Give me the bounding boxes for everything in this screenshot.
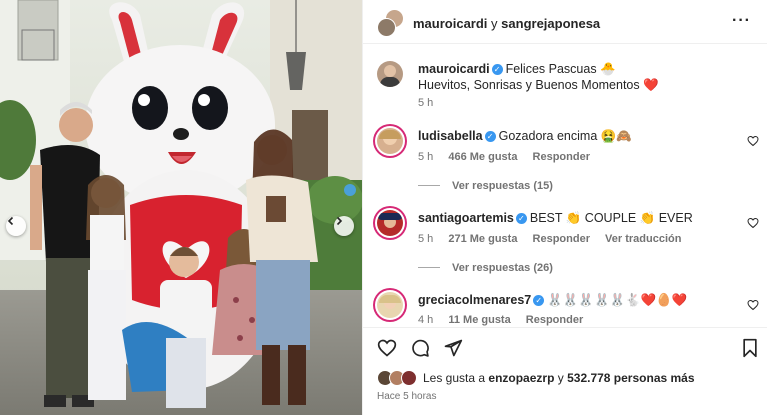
author-username[interactable]: mauroicardi	[413, 16, 487, 31]
reply-button[interactable]: Responder	[533, 151, 590, 163]
chevron-left-icon	[7, 216, 14, 226]
caption-line-1: Felices Pascuas 🐣	[505, 62, 616, 76]
view-replies-button[interactable]: Ver respuestas (26)	[418, 262, 553, 274]
comment-meta: 5 h 466 Me gusta Responder	[418, 151, 602, 163]
liker-username[interactable]: enzopaezrp	[488, 371, 554, 385]
comment: santiagoartemis ✓ BEST 👏 COUPLE 👏 EVER	[418, 211, 693, 226]
likes-summary: Les gusta a enzopaezrp y 532.778 persona…	[377, 370, 695, 386]
caption-username[interactable]: mauroicardi	[418, 62, 490, 76]
avatar[interactable]	[377, 292, 403, 318]
view-replies-button[interactable]: Ver respuestas (15)	[418, 180, 553, 192]
post-timestamp: Hace 5 horas	[377, 391, 437, 402]
view-replies-label: Ver respuestas (15)	[452, 180, 553, 192]
next-photo-button[interactable]	[334, 216, 354, 236]
comment-like-heart-icon[interactable]	[747, 135, 759, 147]
family-easter-photo	[0, 0, 362, 415]
post-photo[interactable]	[0, 0, 362, 415]
caption: mauroicardi ✓ Felices Pascuas 🐣	[418, 62, 616, 77]
comment-text: Gozadora encima 🤮🙈	[498, 129, 632, 143]
like-heart-icon[interactable]	[377, 338, 397, 358]
liker-avatars	[377, 370, 417, 386]
verified-badge-icon: ✓	[484, 131, 496, 142]
caption-time: 5 h	[418, 97, 434, 109]
comment-text: 🐰🐰🐰🐰🐰🐇❤️🥚❤️	[547, 293, 688, 307]
verified-badge-icon: ✓	[491, 64, 503, 75]
save-bookmark-icon[interactable]	[741, 338, 759, 358]
comment-time: 5 h	[418, 151, 434, 163]
comment-username[interactable]: greciacolmenares7	[418, 293, 531, 307]
likes-prefix: Les gusta a	[423, 371, 486, 385]
comment: ludisabella ✓ Gozadora encima 🤮🙈	[418, 129, 632, 144]
post-side-panel: mauroicardi y sangrejaponesa ··· mauroic…	[362, 0, 767, 415]
reply-button[interactable]: Responder	[526, 314, 583, 326]
comment-like-heart-icon[interactable]	[747, 299, 759, 311]
avatar[interactable]	[377, 61, 403, 87]
verified-badge-icon: ✓	[515, 213, 527, 224]
comment-bubble-icon[interactable]	[410, 338, 430, 358]
more-options-button[interactable]: ···	[732, 12, 751, 30]
see-translation-button[interactable]: Ver traducción	[605, 233, 681, 245]
post-header: mauroicardi y sangrejaponesa ···	[363, 0, 767, 44]
avatar[interactable]	[377, 210, 403, 236]
comment-time: 5 h	[418, 233, 434, 245]
instagram-post: mauroicardi y sangrejaponesa ··· mauroic…	[0, 0, 767, 415]
previous-photo-button[interactable]	[6, 216, 26, 236]
comment-username[interactable]: ludisabella	[418, 129, 483, 143]
share-send-icon[interactable]	[443, 338, 463, 358]
caption-line-2: Huevitos, Sonrisas y Buenos Momentos ❤️	[418, 78, 659, 92]
chevron-right-icon	[336, 216, 343, 226]
comment-username[interactable]: santiagoartemis	[418, 211, 514, 225]
comment-meta: 4 h 11 Me gusta Responder	[418, 314, 595, 326]
caption-meta: 5 h	[418, 97, 445, 109]
comment-likes[interactable]: 271 Me gusta	[448, 233, 517, 245]
author-username[interactable]: sangrejaponesa	[501, 16, 600, 31]
comment-likes[interactable]: 466 Me gusta	[448, 151, 517, 163]
comment-text: BEST 👏 COUPLE 👏 EVER	[529, 211, 693, 225]
more-horizontal-icon: ···	[732, 12, 751, 29]
comment-likes[interactable]: 11 Me gusta	[448, 314, 510, 326]
post-authors: mauroicardi y sangrejaponesa	[413, 16, 600, 31]
comment: greciacolmenares7 ✓ 🐰🐰🐰🐰🐰🐇❤️🥚❤️	[418, 293, 687, 308]
collab-avatars[interactable]	[377, 9, 404, 37]
comment-like-heart-icon[interactable]	[747, 217, 759, 229]
likes-count[interactable]: 532.778 personas más	[567, 371, 694, 385]
comment-time: 4 h	[418, 314, 434, 326]
post-actions: Les gusta a enzopaezrp y 532.778 persona…	[363, 327, 767, 415]
authors-conjunction: y	[491, 16, 498, 31]
reply-button[interactable]: Responder	[533, 233, 590, 245]
view-replies-label: Ver respuestas (26)	[452, 262, 553, 274]
likes-joiner: y	[557, 371, 564, 385]
avatar	[377, 18, 396, 37]
comment-meta: 5 h 271 Me gusta Responder Ver traducció…	[418, 233, 693, 245]
avatar	[401, 370, 417, 386]
verified-badge-icon: ✓	[533, 295, 545, 306]
avatar[interactable]	[377, 128, 403, 154]
